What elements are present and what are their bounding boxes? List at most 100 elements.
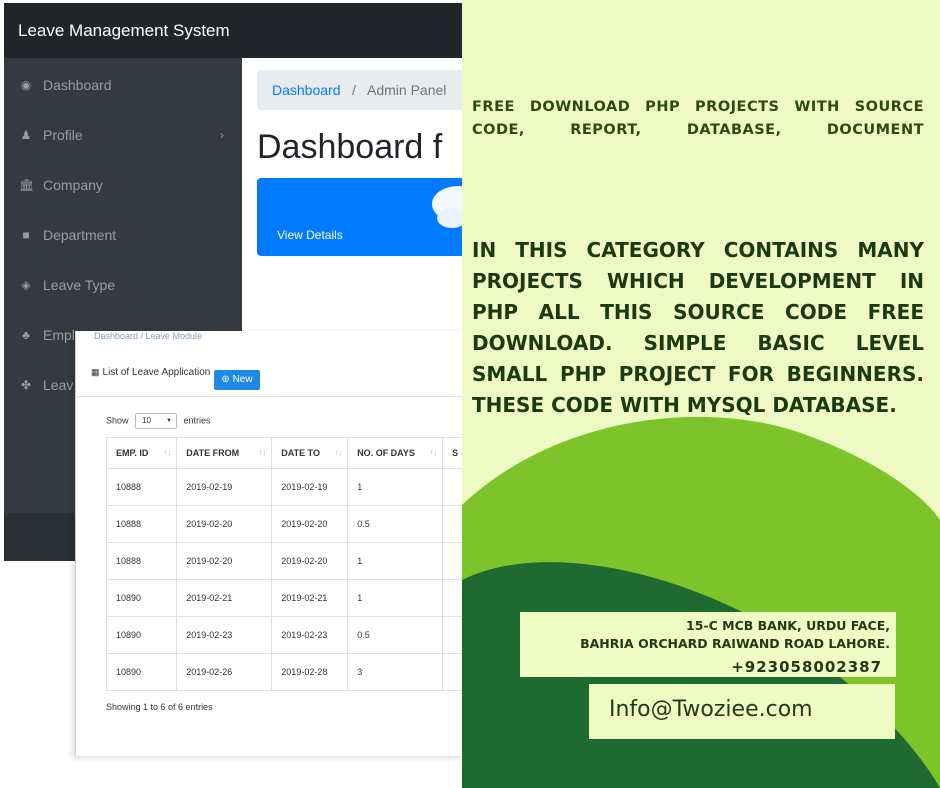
breadcrumb-current: Admin Panel xyxy=(367,82,447,98)
column-header[interactable]: DATE TO ↑↓ xyxy=(271,437,349,469)
table-info: Showing 1 to 6 of 6 entries xyxy=(106,702,213,712)
table-cell: 2019-02-20 xyxy=(271,505,349,543)
card-heading: List of Leave Application xyxy=(102,367,211,378)
table-row: 10890 2019-02-26 2019-02-28 3 xyxy=(105,653,463,691)
sidebar-item-label: Dashboard xyxy=(43,77,112,93)
column-header-label: DATE FROM xyxy=(186,448,240,458)
column-header[interactable]: DATE FROM ↑↓ xyxy=(176,437,273,469)
table-cell: 10890 xyxy=(105,579,178,617)
sort-icon: ↑↓ xyxy=(258,448,267,457)
table-cell: 0.5 xyxy=(347,616,444,654)
sidebar-item-leave-type[interactable]: ◈ Leave Type xyxy=(4,270,242,300)
table-cell: 1 xyxy=(347,579,444,617)
sidebar-item-dashboard[interactable]: ◉ Dashboard xyxy=(4,70,242,100)
address-line-1: 15-C MCB BANK, URDU FACE, xyxy=(686,618,890,633)
column-header-label: DATE TO xyxy=(281,448,320,458)
table-cell: 10890 xyxy=(105,616,178,654)
promo-panel: FREE DOWNLOAD PHP PROJECTS WITH SOURCE C… xyxy=(462,0,940,788)
card-header: ▦ List of Leave Application xyxy=(91,367,210,378)
cubes-icon: ✤ xyxy=(20,378,32,392)
table-row: 10890 2019-02-21 2019-02-21 1 xyxy=(105,579,463,617)
column-header[interactable]: EMP. ID ↑↓ xyxy=(105,437,178,469)
table-cell: 10888 xyxy=(105,468,178,506)
table-cell xyxy=(442,542,463,580)
table-icon: ▦ xyxy=(91,367,100,377)
table-cell: 2019-02-23 xyxy=(271,616,349,654)
sidebar-item-label: Leave Type xyxy=(43,277,116,293)
entries-select-value: 10 xyxy=(142,416,151,425)
folder-icon: ■ xyxy=(22,228,30,242)
new-button-label: New xyxy=(232,374,253,385)
page-title: Dashboard f xyxy=(257,128,443,166)
table-cell xyxy=(442,579,463,617)
chevron-right-icon: › xyxy=(220,128,224,142)
entries-length-control: Show 10 ▼ entries xyxy=(106,413,211,429)
new-button[interactable]: ⊕ New xyxy=(214,370,260,390)
breadcrumb-separator: / xyxy=(352,82,356,98)
show-label: Show xyxy=(106,415,129,426)
promo-headline: FREE DOWNLOAD PHP PROJECTS WITH SOURCE C… xyxy=(472,99,924,138)
column-header[interactable]: S xyxy=(442,437,463,469)
phone-number: +923058002387 xyxy=(731,658,882,676)
bank-icon: 🏛 xyxy=(19,178,35,192)
sort-icon: ↑↓ xyxy=(429,448,438,457)
app-title: Leave Management System xyxy=(4,3,462,58)
table-cell: 2019-02-20 xyxy=(271,542,349,580)
address-box: 15-C MCB BANK, URDU FACE, BAHRIA ORCHARD… xyxy=(520,612,896,677)
view-details-link[interactable]: View Details xyxy=(277,228,343,242)
sidebar-item-label: Leav xyxy=(43,377,74,393)
table-row: 10890 2019-02-23 2019-02-23 0.5 xyxy=(105,616,463,654)
table-row: 10888 2019-02-19 2019-02-19 1 xyxy=(105,468,463,506)
sidebar-item-label: Company xyxy=(43,177,103,193)
table-cell: 3 xyxy=(347,653,444,691)
email-address: Info@Twoziee.com xyxy=(609,697,813,722)
plus-circle-icon: ⊕ xyxy=(221,374,230,385)
dashboard-icon: ◉ xyxy=(20,78,32,92)
leave-list-screenshot: Dashboard / Leave Module ▦ List of Leave … xyxy=(75,331,463,756)
address-line-2: BAHRIA ORCHARD RAIWAND ROAD LAHORE. xyxy=(580,636,890,651)
user-icon: ♟ xyxy=(20,128,32,142)
table-cell: 2019-02-23 xyxy=(176,616,273,654)
table-row: 10888 2019-02-20 2019-02-20 0.5 xyxy=(105,505,463,543)
column-header[interactable]: NO. OF DAYS ↑↓ xyxy=(347,437,444,469)
table-cell: 2019-02-20 xyxy=(176,542,273,580)
sort-icon: ↑↓ xyxy=(334,448,343,457)
table-cell xyxy=(442,653,463,691)
sidebar-item-label: Profile xyxy=(43,127,83,143)
column-header-label: S xyxy=(452,448,459,458)
column-header-label: NO. OF DAYS xyxy=(357,448,415,458)
table-cell: 1 xyxy=(347,542,444,580)
table-cell: 2019-02-26 xyxy=(176,653,273,691)
table-cell: 10888 xyxy=(105,505,178,543)
divider xyxy=(76,396,463,397)
sidebar-item-department[interactable]: ■ Department xyxy=(4,220,242,250)
table-cell: 2019-02-20 xyxy=(176,505,273,543)
table-cell: 1 xyxy=(347,468,444,506)
table-cell xyxy=(442,468,463,506)
table-cell: 10890 xyxy=(105,653,178,691)
cube-icon: ◈ xyxy=(21,278,31,292)
table-cell: 2019-02-19 xyxy=(271,468,349,506)
breadcrumb-home-link[interactable]: Dashboard xyxy=(272,70,341,110)
leave-breadcrumb: Dashboard / Leave Module xyxy=(94,331,203,341)
table-cell: 2019-02-19 xyxy=(176,468,273,506)
entries-select[interactable]: 10 ▼ xyxy=(135,413,178,429)
promo-body: IN THIS CATEGORY CONTAINS MANY PROJECTS … xyxy=(472,238,924,417)
table-cell: 2019-02-28 xyxy=(271,653,349,691)
email-box: Info@Twoziee.com xyxy=(589,684,895,739)
table-cell: 2019-02-21 xyxy=(271,579,349,617)
sidebar-item-profile[interactable]: ♟ Profile › xyxy=(4,120,242,150)
sidebar-item-company[interactable]: 🏛 Company xyxy=(4,170,242,200)
entries-label: entries xyxy=(183,415,211,426)
column-header-label: EMP. ID xyxy=(116,448,149,458)
comment-icon-shadow xyxy=(437,208,462,228)
caret-down-icon: ▼ xyxy=(166,418,172,424)
sort-icon: ↑↓ xyxy=(163,448,172,457)
table-cell xyxy=(442,505,463,543)
breadcrumb: Dashboard / Admin Panel xyxy=(257,70,462,110)
sidebar-item-label: Department xyxy=(43,227,117,243)
leave-table: EMP. ID ↑↓ DATE FROM ↑↓ DATE TO ↑↓ NO. OF DAYS… xyxy=(105,437,463,691)
users-icon: ♣ xyxy=(22,328,30,342)
table-row: 10888 2019-02-20 2019-02-20 1 xyxy=(105,542,463,580)
table-cell: 2019-02-21 xyxy=(176,579,273,617)
